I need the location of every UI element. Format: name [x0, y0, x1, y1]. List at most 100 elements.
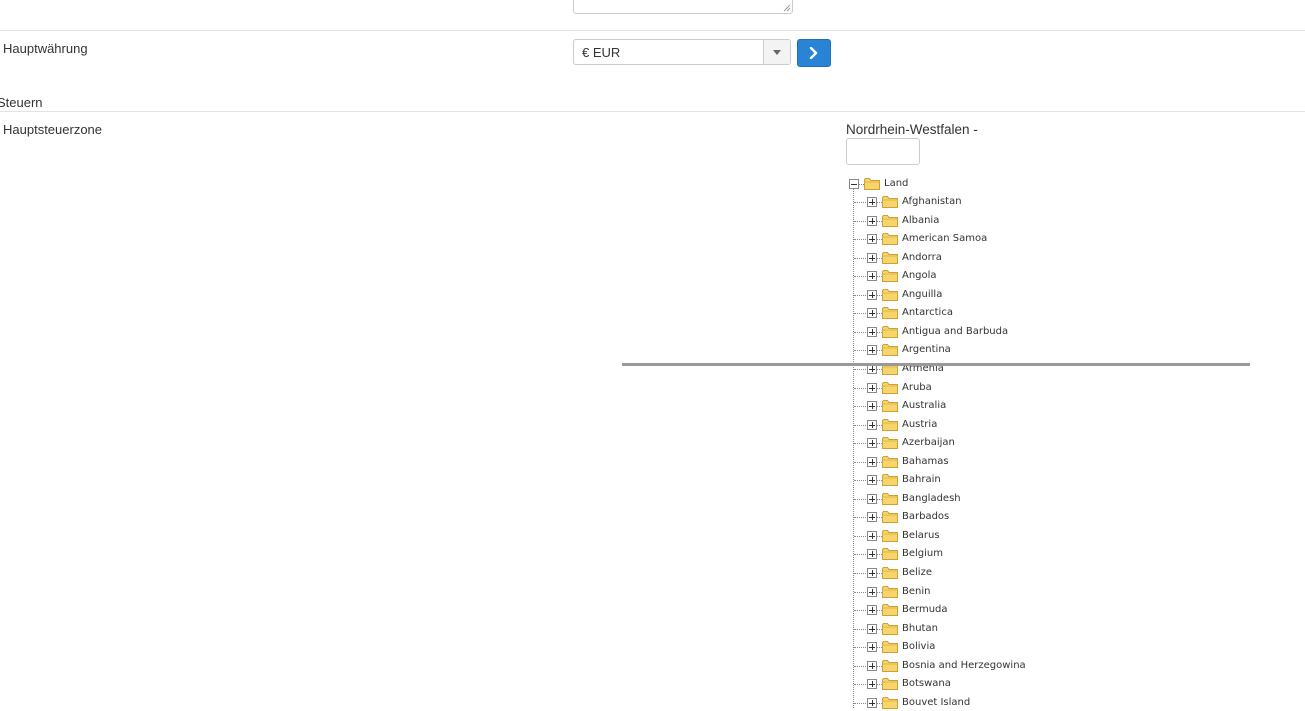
resize-grip-icon[interactable] [783, 4, 791, 12]
tree-node-label: Botswana [902, 678, 951, 689]
tree-node-country[interactable]: Afghanistan [854, 194, 1116, 210]
tree-node-label: Belarus [902, 530, 940, 541]
tree-node-country[interactable]: Australia [854, 398, 1116, 414]
plus-box-icon[interactable] [867, 679, 877, 689]
plus-box-icon[interactable] [867, 661, 877, 671]
plus-box-icon[interactable] [867, 624, 877, 634]
tree-node-label: Land [884, 178, 909, 189]
plus-box-icon[interactable] [867, 271, 877, 281]
tree-node-country[interactable]: Anguilla [854, 287, 1116, 303]
tree-node-country[interactable]: Antigua and Barbuda [854, 324, 1116, 340]
folder-icon [864, 178, 880, 190]
plus-box-icon[interactable] [867, 642, 877, 652]
plus-box-icon[interactable] [867, 512, 877, 522]
folder-icon [882, 474, 898, 486]
tree-node-country[interactable]: Bosnia and Herzegowina [854, 658, 1116, 674]
folder-icon [882, 252, 898, 264]
plus-box-icon[interactable] [867, 457, 877, 467]
tree-node-country[interactable]: Bouvet Island [854, 695, 1116, 711]
plus-box-icon[interactable] [867, 383, 877, 393]
plus-box-icon[interactable] [867, 234, 877, 244]
tax-zone-search-input[interactable] [846, 138, 920, 165]
tree-node-country[interactable]: American Samoa [854, 231, 1116, 247]
plus-box-icon[interactable] [867, 475, 877, 485]
tree-node-country[interactable]: Bahamas [854, 454, 1116, 470]
tree-node-country[interactable]: Bangladesh [854, 491, 1116, 507]
tree-connector [854, 388, 866, 389]
tree-node-country[interactable]: Bermuda [854, 602, 1116, 618]
tree-connector [854, 573, 866, 574]
divider [0, 111, 1305, 112]
tree-connector [854, 295, 866, 296]
tree-node-country[interactable]: Angola [854, 268, 1116, 284]
plus-box-icon[interactable] [867, 308, 877, 318]
plus-box-icon[interactable] [867, 531, 877, 541]
tree-node-country[interactable]: Azerbaijan [854, 435, 1116, 451]
tree-node-country[interactable]: Austria [854, 417, 1116, 433]
plus-box-icon[interactable] [867, 216, 877, 226]
tree-node-country[interactable]: Albania [854, 213, 1116, 229]
folder-icon [882, 456, 898, 468]
minus-box-icon[interactable] [849, 179, 859, 189]
tree-node-country[interactable]: Argentina [854, 342, 1116, 358]
tree-node-label: Andorra [902, 252, 942, 263]
tree-connector [854, 313, 866, 314]
tree-node-label: Australia [902, 400, 947, 411]
tree-node-country[interactable]: Belarus [854, 528, 1116, 544]
currency-go-button[interactable] [797, 39, 831, 67]
folder-icon [882, 641, 898, 653]
plus-box-icon[interactable] [867, 587, 877, 597]
tree-node-country[interactable]: Benin [854, 584, 1116, 600]
tree-node-label: Bermuda [902, 604, 948, 615]
plus-box-icon[interactable] [867, 605, 877, 615]
folder-icon [882, 660, 898, 672]
tree-node-country[interactable]: Antarctica [854, 305, 1116, 321]
description-textarea[interactable] [573, 0, 793, 14]
tree-node-label: Belize [902, 567, 932, 578]
tree-node-country[interactable]: Bahrain [854, 472, 1116, 488]
tree-node-country[interactable]: Belgium [854, 546, 1116, 562]
folder-icon [882, 530, 898, 542]
tree-connector [854, 332, 866, 333]
plus-box-icon[interactable] [867, 345, 877, 355]
tree-node-country[interactable]: Belize [854, 565, 1116, 581]
plus-box-icon[interactable] [867, 420, 877, 430]
folder-icon [882, 289, 898, 301]
main-currency-label: Hauptwährung [3, 41, 88, 56]
tree-connector [854, 406, 866, 407]
tree-connector [854, 703, 866, 704]
tree-node-country[interactable]: Aruba [854, 380, 1116, 396]
tree-node-root[interactable]: Land [848, 176, 1048, 192]
dropdown-toggle[interactable] [763, 40, 790, 64]
tree-node-label: Bosnia and Herzegowina [902, 660, 1026, 671]
plus-box-icon[interactable] [867, 327, 877, 337]
plus-box-icon[interactable] [867, 494, 877, 504]
tree-node-label: Antigua and Barbuda [902, 326, 1009, 337]
caret-down-icon [773, 50, 781, 55]
main-currency-select[interactable]: € EUR [573, 39, 791, 65]
folder-icon [882, 382, 898, 394]
plus-box-icon[interactable] [867, 698, 877, 708]
tree-node-label: Bahamas [902, 456, 949, 467]
tree-connector [854, 239, 866, 240]
tree-node-country[interactable]: Bolivia [854, 639, 1116, 655]
plus-box-icon[interactable] [867, 438, 877, 448]
plus-box-icon[interactable] [867, 290, 877, 300]
chevron-right-icon [809, 47, 818, 59]
tree-node-label: Bolivia [902, 641, 936, 652]
plus-box-icon[interactable] [867, 568, 877, 578]
tree-node-country[interactable]: Bhutan [854, 621, 1116, 637]
tree-node-country[interactable]: Andorra [854, 250, 1116, 266]
plus-box-icon[interactable] [867, 549, 877, 559]
plus-box-icon[interactable] [867, 401, 877, 411]
tree-node-label: American Samoa [902, 233, 988, 244]
folder-icon [882, 567, 898, 579]
main-currency-selected: € EUR [582, 45, 621, 60]
tree-node-country[interactable]: Barbados [854, 509, 1116, 525]
drag-indicator-line [622, 363, 1250, 366]
plus-box-icon[interactable] [867, 253, 877, 263]
tree-node-country[interactable]: Botswana [854, 676, 1116, 692]
folder-icon [882, 196, 898, 208]
plus-box-icon[interactable] [867, 197, 877, 207]
folder-icon [882, 623, 898, 635]
